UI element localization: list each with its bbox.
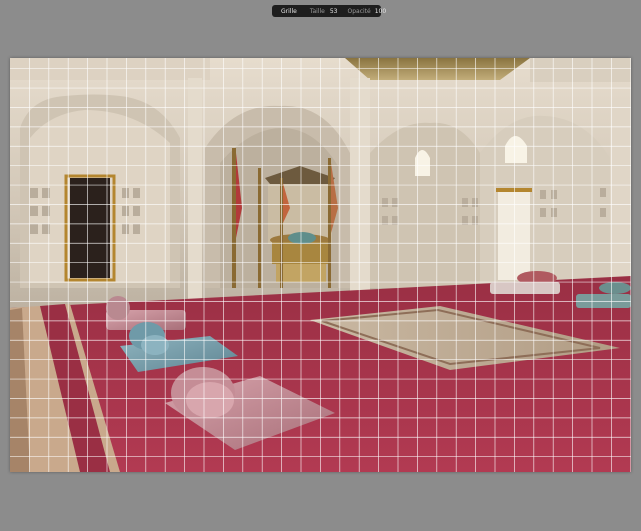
grid-opacity-value[interactable]: 100 xyxy=(375,8,386,15)
grid-opacity-label: Opacité xyxy=(347,7,371,15)
grid-size-label: Taille xyxy=(309,7,325,15)
grid-overlay-toolbar: Grille Taille 53 Opacité 100 xyxy=(272,5,386,17)
photo-canvas[interactable] xyxy=(10,58,631,472)
photo-image xyxy=(10,58,631,472)
grid-size-value[interactable]: 53 xyxy=(330,8,338,15)
grid-mode-label[interactable]: Grille xyxy=(281,8,297,15)
